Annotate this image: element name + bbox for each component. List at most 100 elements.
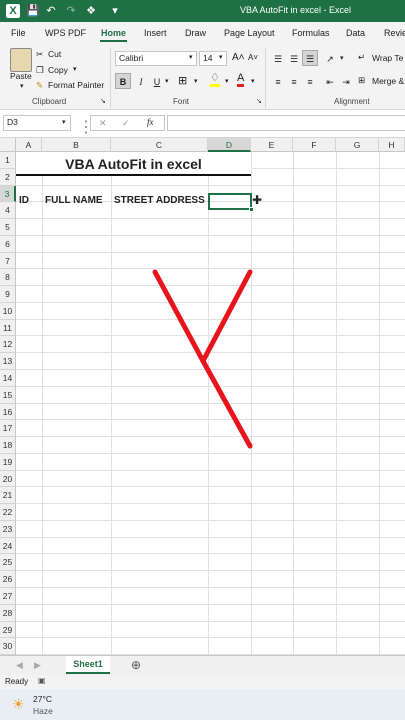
row-header[interactable]: 12 (0, 336, 16, 354)
paste-icon[interactable] (10, 48, 32, 72)
align-bottom-icon[interactable]: ☰ (302, 50, 318, 66)
row-header[interactable]: 8 (0, 269, 16, 287)
font-color-icon[interactable]: A (237, 73, 245, 87)
align-left-icon[interactable]: ≡ (270, 73, 286, 89)
font-name-dropdown-icon[interactable]: ▾ (189, 53, 193, 61)
align-right-icon[interactable]: ≡ (302, 73, 318, 89)
row-header[interactable]: 2 (0, 168, 16, 186)
cut-button[interactable]: Cut (48, 49, 61, 59)
row-header[interactable]: 4 (0, 202, 16, 220)
menu-file[interactable]: File (11, 28, 26, 38)
bold-button[interactable]: B (115, 73, 131, 89)
wrap-text-button[interactable]: Wrap Te (372, 53, 403, 63)
row-header[interactable]: 16 (0, 403, 16, 421)
menu-page-layout[interactable]: Page Layout (224, 28, 275, 38)
row-header[interactable]: 28 (0, 604, 16, 622)
clipboard-launcher-icon[interactable]: ↘ (100, 97, 106, 105)
menu-insert[interactable]: Insert (144, 28, 167, 38)
row-header[interactable]: 9 (0, 286, 16, 303)
row-header[interactable]: 24 (0, 537, 16, 555)
row-header[interactable]: 23 (0, 520, 16, 538)
row-header[interactable]: 21 (0, 487, 16, 505)
row-header[interactable]: 13 (0, 353, 16, 370)
merge-center-button[interactable]: Merge & (372, 76, 404, 86)
paste-button[interactable]: Paste (10, 71, 32, 81)
undo-icon[interactable]: ↶ (44, 4, 58, 18)
borders-icon[interactable]: ⊞ (178, 74, 187, 87)
font-size-dropdown-icon[interactable]: ▾ (219, 53, 223, 61)
font-name-box[interactable]: Calibri (115, 51, 197, 66)
row-header[interactable]: 3 (0, 185, 16, 203)
name-box[interactable]: D3 (3, 115, 71, 131)
column-header-b[interactable]: B (42, 138, 111, 152)
column-header-h[interactable]: H (379, 138, 405, 152)
name-box-dropdown-icon[interactable]: ▾ (62, 118, 66, 126)
align-middle-icon[interactable]: ☰ (286, 50, 302, 66)
row-header[interactable]: 27 (0, 588, 16, 605)
shrink-font-button[interactable]: A˅ (248, 53, 258, 62)
menu-draw[interactable]: Draw (185, 28, 206, 38)
prev-sheet-icon[interactable]: ◀ (16, 660, 23, 671)
row-header[interactable]: 10 (0, 302, 16, 320)
font-color-dropdown-icon[interactable]: ▾ (251, 77, 255, 85)
row-header[interactable]: 15 (0, 386, 16, 404)
italic-button[interactable]: I (133, 73, 149, 89)
row-header[interactable]: 22 (0, 504, 16, 521)
row-header[interactable]: 6 (0, 235, 16, 253)
enter-icon[interactable]: ✓ (122, 118, 130, 129)
redo-icon[interactable]: ↷ (64, 4, 78, 18)
menu-wps-pdf[interactable]: WPS PDF (45, 28, 86, 38)
row-header[interactable]: 29 (0, 621, 16, 639)
orientation-icon[interactable]: ↗ (322, 50, 338, 66)
column-header-a[interactable]: A (16, 138, 42, 152)
column-header-d[interactable]: D (208, 138, 251, 152)
fill-color-dropdown-icon[interactable]: ▾ (225, 77, 229, 85)
paste-dropdown-icon[interactable]: ▾ (20, 82, 24, 90)
increase-indent-icon[interactable]: ⇥ (338, 73, 354, 89)
format-painter-button[interactable]: Format Painter (48, 80, 104, 90)
row-header[interactable]: 1 (0, 152, 16, 169)
column-header-g[interactable]: G (336, 138, 379, 152)
cancel-icon[interactable]: ✕ (99, 118, 107, 129)
insert-function-icon[interactable]: fx (147, 117, 154, 127)
decrease-indent-icon[interactable]: ⇤ (322, 73, 338, 89)
select-all-corner[interactable] (0, 138, 16, 152)
menu-review[interactable]: Revie (384, 28, 405, 38)
worksheet-grid[interactable]: VBA AutoFit in excel ID FULL NAME STREET… (16, 152, 405, 655)
menu-home[interactable]: Home (101, 28, 126, 38)
row-header[interactable]: 30 (0, 638, 16, 656)
formula-input[interactable] (167, 115, 405, 131)
orientation-dropdown-icon[interactable]: ▾ (340, 54, 344, 62)
row-header[interactable]: 18 (0, 437, 16, 454)
align-top-icon[interactable]: ☰ (270, 50, 286, 66)
column-header-f[interactable]: F (293, 138, 336, 152)
brush-icon[interactable]: ❖ (84, 4, 98, 18)
accessibility-icon[interactable]: ▣ (38, 676, 46, 685)
row-header[interactable]: 7 (0, 252, 16, 270)
underline-dropdown-icon[interactable]: ▾ (165, 77, 169, 85)
save-icon[interactable]: 💾 (26, 4, 40, 18)
column-header-e[interactable]: E (251, 138, 293, 152)
row-header[interactable]: 11 (0, 319, 16, 337)
weather-sun-icon[interactable]: ☀ (12, 696, 25, 713)
next-sheet-icon[interactable]: ▶ (34, 660, 41, 671)
row-header[interactable]: 14 (0, 370, 16, 387)
menu-data[interactable]: Data (346, 28, 365, 38)
customize-toolbar-icon[interactable]: ▾ (108, 4, 122, 18)
grow-font-button[interactable]: A˄ (232, 52, 245, 63)
menu-formulas[interactable]: Formulas (292, 28, 330, 38)
copy-button[interactable]: Copy (48, 65, 68, 75)
copy-dropdown-icon[interactable]: ▾ (73, 65, 77, 73)
font-launcher-icon[interactable]: ↘ (256, 97, 262, 105)
column-header-c[interactable]: C (111, 138, 208, 152)
row-header[interactable]: 26 (0, 571, 16, 589)
align-center-icon[interactable]: ≡ (286, 73, 302, 89)
row-header[interactable]: 19 (0, 453, 16, 471)
underline-button[interactable]: U (149, 73, 165, 89)
row-header[interactable]: 25 (0, 554, 16, 572)
add-sheet-icon[interactable]: ⊕ (131, 658, 141, 672)
row-header[interactable]: 20 (0, 470, 16, 488)
row-header[interactable]: 5 (0, 219, 16, 236)
sheet-tab-sheet1[interactable]: Sheet1 (66, 656, 110, 674)
fill-color-icon[interactable]: ♢ (210, 73, 220, 87)
